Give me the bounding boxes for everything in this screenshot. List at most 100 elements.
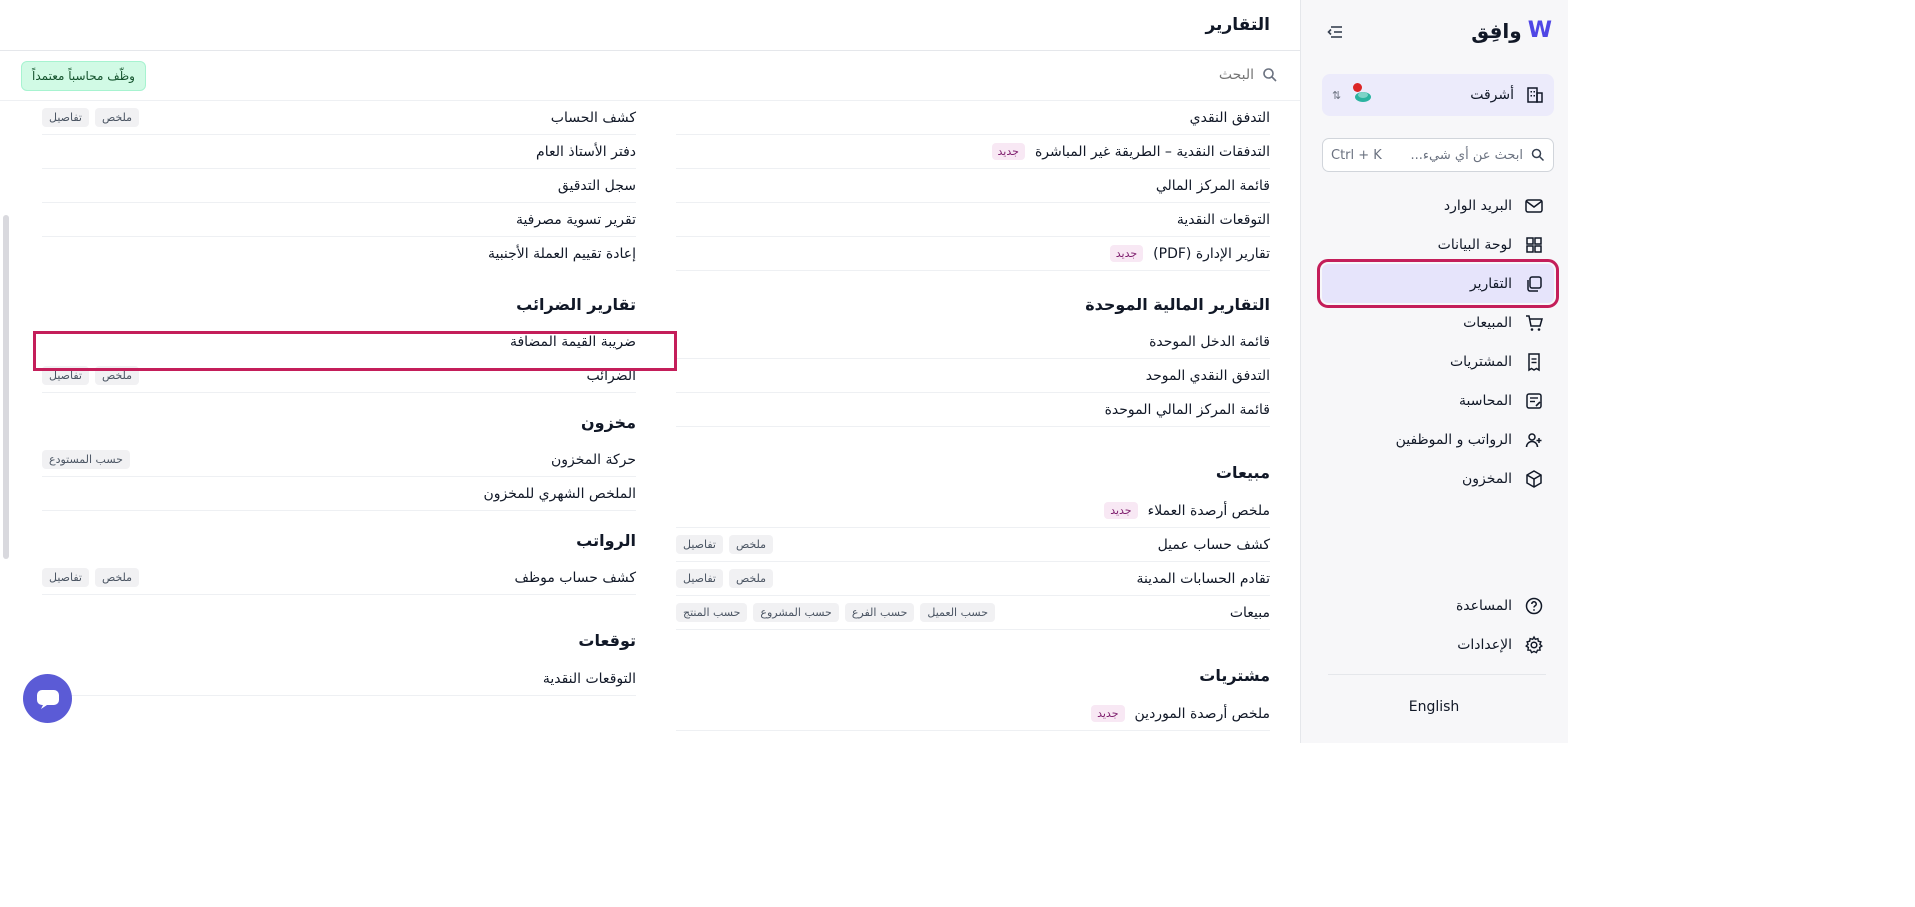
by-product-tag[interactable]: حسب المنتج bbox=[676, 603, 748, 622]
hire-accountant-button[interactable]: وظّف محاسباً معتمداً bbox=[21, 61, 146, 91]
report-link[interactable]: ملخص أرصدة العملاء bbox=[1148, 503, 1270, 519]
summary-tag[interactable]: ملخص bbox=[728, 569, 774, 588]
main-content: التقارير وظّف محاسباً معتمداً التدفق الن… bbox=[0, 0, 1300, 743]
new-badge: جديد bbox=[991, 143, 1025, 160]
by-project-tag[interactable]: حسب المشروع bbox=[753, 603, 839, 622]
sidebar-item-label: المساعدة bbox=[1455, 597, 1512, 614]
report-link[interactable]: التوقعات النقدية bbox=[1177, 212, 1270, 228]
by-customer-tag[interactable]: حسب العميل bbox=[920, 603, 996, 622]
company-switcher[interactable]: أشرقت ⇅ bbox=[1322, 74, 1554, 116]
report-link[interactable]: التدفق النقدي bbox=[1190, 110, 1270, 126]
reports-search-input[interactable] bbox=[1054, 67, 1254, 83]
by-branch-tag[interactable]: حسب الفرع bbox=[844, 603, 915, 622]
report-link[interactable]: حركة المخزون bbox=[551, 452, 636, 468]
chat-button[interactable] bbox=[23, 674, 72, 723]
reports-search[interactable] bbox=[1054, 67, 1278, 83]
global-search[interactable]: ابحث عن أي شيء... Ctrl + K bbox=[1322, 138, 1554, 172]
report-link[interactable]: كشف حساب عميل bbox=[1158, 537, 1270, 553]
section-heading: مبيعات bbox=[1215, 463, 1270, 482]
cart-icon bbox=[1526, 314, 1543, 331]
details-tag[interactable]: تفاصيل bbox=[676, 535, 723, 554]
report-row[interactable]: مبيعات حسب العميل حسب الفرع حسب المشروع حسب… bbox=[676, 596, 1270, 630]
report-link[interactable]: التدفقات النقدية – الطريقة غير المباشرة bbox=[1035, 144, 1270, 160]
logo-mark-icon: W bbox=[1527, 18, 1552, 43]
page-title: التقارير bbox=[1205, 15, 1270, 35]
report-row[interactable]: قائمة المركز المالي الموحدة bbox=[676, 393, 1270, 427]
receipt-icon bbox=[1528, 352, 1540, 371]
report-row[interactable]: سجل التدقيق bbox=[42, 169, 636, 203]
report-row[interactable]: التوقعات النقدية bbox=[676, 203, 1270, 237]
report-row[interactable]: تقرير تسوية مصرفية bbox=[42, 203, 636, 237]
sidebar-item-dashboard[interactable]: لوحة البيانات bbox=[1322, 225, 1554, 264]
report-row[interactable]: حركة المخزون حسب المستودع bbox=[42, 443, 636, 477]
report-row[interactable]: التدفقات النقدية – الطريقة غير المباشرة ج… bbox=[676, 135, 1270, 169]
search-bar bbox=[0, 51, 1300, 101]
report-row[interactable]: قائمة المركز المالي bbox=[676, 169, 1270, 203]
by-warehouse-tag[interactable]: حسب المستودع bbox=[42, 450, 130, 469]
sidebar-item-reports[interactable]: التقارير bbox=[1317, 259, 1559, 308]
sidebar-item-accounting[interactable]: المحاسبة bbox=[1322, 381, 1554, 420]
report-link[interactable]: تقرير تسوية مصرفية bbox=[516, 212, 636, 228]
section-heading: توقعات bbox=[578, 631, 636, 650]
details-tag[interactable]: تفاصيل bbox=[42, 568, 89, 587]
report-link[interactable]: كشف الحساب bbox=[551, 110, 636, 126]
report-row[interactable]: التدفق النقدي bbox=[676, 101, 1270, 135]
report-link[interactable]: إعادة تقييم العملة الأجنبية bbox=[488, 246, 636, 262]
sidebar-item-help[interactable]: المساعدة bbox=[1322, 586, 1554, 625]
report-row[interactable]: الملخص الشهري للمخزون bbox=[42, 477, 636, 511]
report-link[interactable]: مبيعات bbox=[1230, 605, 1270, 621]
app-logo[interactable]: W وافِق bbox=[1471, 18, 1552, 43]
report-row[interactable]: التوقعات النقدية bbox=[42, 662, 636, 696]
details-tag[interactable]: تفاصيل bbox=[42, 108, 89, 127]
report-row[interactable]: تقادم الحسابات المدينة ملخص تفاصيل bbox=[676, 562, 1270, 596]
inbox-icon bbox=[1525, 198, 1543, 213]
scrollbar[interactable] bbox=[3, 215, 9, 559]
summary-tag[interactable]: ملخص bbox=[94, 108, 140, 127]
report-link[interactable]: قائمة المركز المالي bbox=[1156, 178, 1270, 194]
sidebar-item-inventory[interactable]: المخزون bbox=[1322, 459, 1554, 498]
report-link[interactable]: التوقعات النقدية bbox=[543, 671, 636, 687]
new-badge: جديد bbox=[1109, 245, 1144, 262]
summary-tag[interactable]: ملخص bbox=[728, 535, 774, 554]
report-link[interactable]: الملخص الشهري للمخزون bbox=[483, 486, 636, 502]
report-row[interactable]: دفتر الأستاذ العام bbox=[42, 135, 636, 169]
reports-column-right: التدفق النقدي التدفقات النقدية – الطريقة… bbox=[676, 101, 1270, 731]
language-switch[interactable]: English bbox=[1300, 699, 1568, 715]
report-link[interactable]: تقادم الحسابات المدينة bbox=[1136, 571, 1270, 587]
details-tag[interactable]: تفاصيل bbox=[676, 569, 723, 588]
reports-column-left: كشف الحساب ملخص تفاصيل دفتر الأستاذ العام… bbox=[42, 101, 636, 696]
collapse-sidebar-icon[interactable] bbox=[1325, 22, 1345, 42]
report-row[interactable]: ملخص أرصدة الموردين جديد bbox=[676, 697, 1270, 731]
report-row[interactable]: كشف الحساب ملخص تفاصيل bbox=[42, 101, 636, 135]
section-heading: الرواتب bbox=[576, 530, 636, 550]
sidebar-item-payroll[interactable]: الرواتب و الموظفين bbox=[1322, 420, 1554, 459]
summary-tag[interactable]: ملخص bbox=[94, 568, 140, 587]
report-link[interactable]: سجل التدقيق bbox=[558, 178, 636, 194]
help-icon bbox=[1525, 597, 1543, 614]
report-link[interactable]: كشف حساب موظف bbox=[514, 570, 636, 586]
sidebar-item-settings[interactable]: الإعدادات bbox=[1322, 625, 1554, 664]
report-row[interactable]: تقارير الإدارة (PDF) جديد bbox=[676, 237, 1270, 271]
sidebar-item-inbox[interactable]: البريد الوارد bbox=[1322, 186, 1554, 225]
report-link[interactable]: التدفق النقدي الموحد bbox=[1146, 368, 1270, 384]
report-row[interactable]: كشف حساب موظف ملخص تفاصيل bbox=[42, 561, 636, 595]
sidebar-item-purchases[interactable]: المشتريات bbox=[1322, 342, 1554, 381]
report-link[interactable]: قائمة الدخل الموحدة bbox=[1149, 334, 1270, 350]
report-row[interactable]: التدفق النقدي الموحد bbox=[676, 359, 1270, 393]
search-icon bbox=[1263, 68, 1277, 82]
sidebar-bottom-nav: المساعدة الإعدادات bbox=[1322, 586, 1554, 664]
sidebar-item-label: المبيعات bbox=[1463, 314, 1512, 331]
report-row[interactable]: كشف حساب عميل ملخص تفاصيل bbox=[676, 528, 1270, 562]
report-link[interactable]: قائمة المركز المالي الموحدة bbox=[1105, 402, 1270, 418]
logo-text: وافِق bbox=[1471, 18, 1522, 43]
global-search-placeholder: ابحث عن أي شيء... bbox=[1410, 147, 1523, 163]
report-link[interactable]: ملخص أرصدة الموردين bbox=[1135, 706, 1270, 722]
chat-icon bbox=[36, 689, 59, 709]
report-row[interactable]: ملخص أرصدة العملاء جديد bbox=[676, 494, 1270, 528]
report-link[interactable]: دفتر الأستاذ العام bbox=[536, 144, 636, 160]
report-row[interactable]: قائمة الدخل الموحدة bbox=[676, 325, 1270, 359]
company-avatar bbox=[1351, 83, 1373, 104]
report-link[interactable]: تقارير الإدارة (PDF) bbox=[1153, 246, 1270, 262]
report-row[interactable]: إعادة تقييم العملة الأجنبية bbox=[42, 237, 636, 271]
sidebar-item-sales[interactable]: المبيعات bbox=[1322, 303, 1554, 342]
